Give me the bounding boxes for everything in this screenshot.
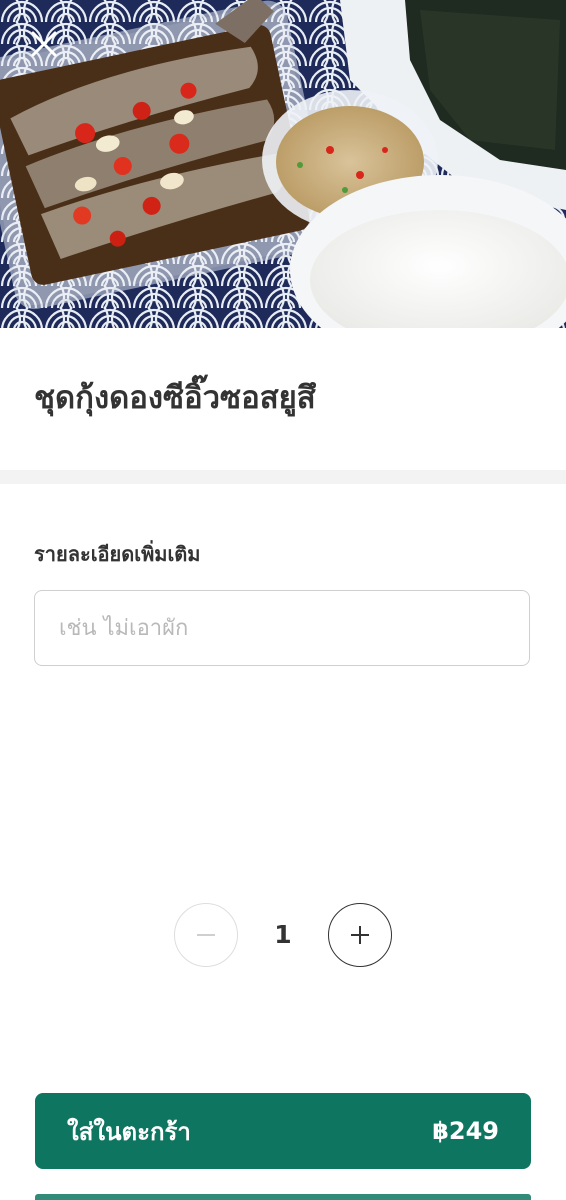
notes-input[interactable] xyxy=(34,590,530,666)
add-to-cart-label: ใส่ในตะกร้า xyxy=(67,1117,191,1146)
decrease-quantity-button[interactable] xyxy=(174,903,238,967)
close-button[interactable] xyxy=(22,22,66,66)
quantity-value: 1 xyxy=(274,920,292,949)
section-divider xyxy=(0,470,566,484)
bottom-edge-strip xyxy=(35,1194,531,1200)
plus-icon xyxy=(351,926,369,944)
title-section: ชุดกุ้งดองซีอิ๊วซอสยูสึ xyxy=(0,328,566,470)
product-photo xyxy=(0,0,566,328)
quantity-stepper: 1 xyxy=(174,903,392,967)
add-to-cart-button[interactable]: ใส่ในตะกร้า ฿249 xyxy=(35,1093,531,1169)
product-photo-illustration xyxy=(0,0,566,328)
minus-icon xyxy=(197,934,215,936)
cart-price: ฿249 xyxy=(432,1117,499,1145)
product-title: ชุดกุ้งดองซีอิ๊วซอสยูสึ xyxy=(34,380,316,416)
close-icon xyxy=(31,31,57,57)
notes-label: รายละเอียดเพิ่มเติม xyxy=(34,542,201,566)
increase-quantity-button[interactable] xyxy=(328,903,392,967)
